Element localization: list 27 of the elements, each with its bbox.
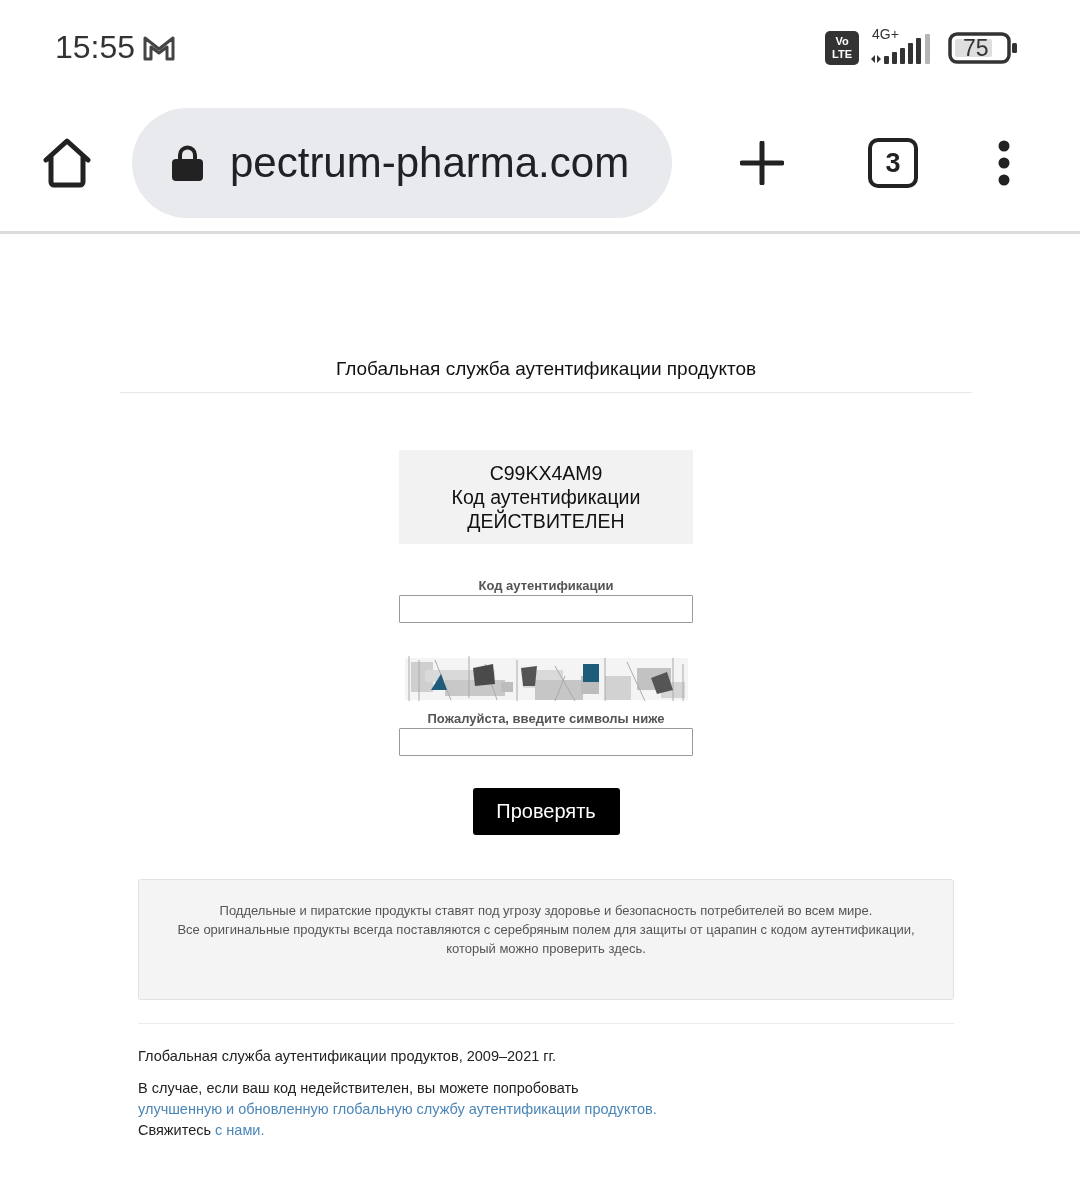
improved-service-link[interactable]: улучшенную и обновленную глобальную службу аутентификации продуктов. bbox=[138, 1101, 657, 1117]
input-field[interactable] bbox=[399, 728, 693, 756]
result-label: Код аутентификации bbox=[451, 485, 641, 509]
input-field[interactable] bbox=[399, 595, 693, 623]
notice-text: Все оригинальные продукты всегда поставляются с серебряным полем для защиты от царапин с кодом аутентификации, который можно проверить здесь. bbox=[176, 921, 916, 958]
tab-count-button[interactable]: 3 bbox=[868, 138, 918, 188]
address-bar[interactable]: pectrum-pharma.com bbox=[132, 108, 672, 218]
field-label: Код аутентификации bbox=[478, 578, 614, 594]
home-icon[interactable] bbox=[42, 138, 92, 188]
copyright-text: Глобальная служба аутентификации продуктов, 2009–2021 гг. bbox=[138, 1047, 558, 1066]
menu-icon[interactable] bbox=[998, 140, 1010, 186]
page-title: Глобальная служба аутентификации продуктов bbox=[335, 358, 757, 379]
contact-link[interactable]: с нами. bbox=[215, 1122, 265, 1138]
volte-badge: Vo LTE bbox=[825, 30, 859, 65]
new-tab-icon[interactable] bbox=[740, 141, 784, 185]
notice-text: Поддельные и пиратские продукты ставят под угрозу здоровье и безопасность потребителей во всем мире. bbox=[219, 902, 873, 920]
verify-button[interactable]: Проверять bbox=[472, 788, 620, 835]
status-time: 15:55 bbox=[55, 29, 136, 66]
auth-code: C99KX4AM9 bbox=[489, 461, 603, 485]
battery-percent: 75 bbox=[963, 34, 989, 61]
lock-icon bbox=[172, 145, 203, 181]
contact-text: Свяжитесь с нами. bbox=[138, 1121, 266, 1140]
result-status: ДЕЙСТВИТЕЛЕН bbox=[467, 509, 625, 533]
battery-icon bbox=[948, 31, 1017, 64]
field-label: Пожалуйста, введите символы ниже bbox=[427, 711, 665, 727]
fallback-text: В случае, если ваш код недействителен, вы можете попробовать улучшенную и обновленную глобальную службу аутентификации продуктов. bbox=[138, 1079, 658, 1119]
network-type: 4G+ bbox=[872, 25, 899, 42]
